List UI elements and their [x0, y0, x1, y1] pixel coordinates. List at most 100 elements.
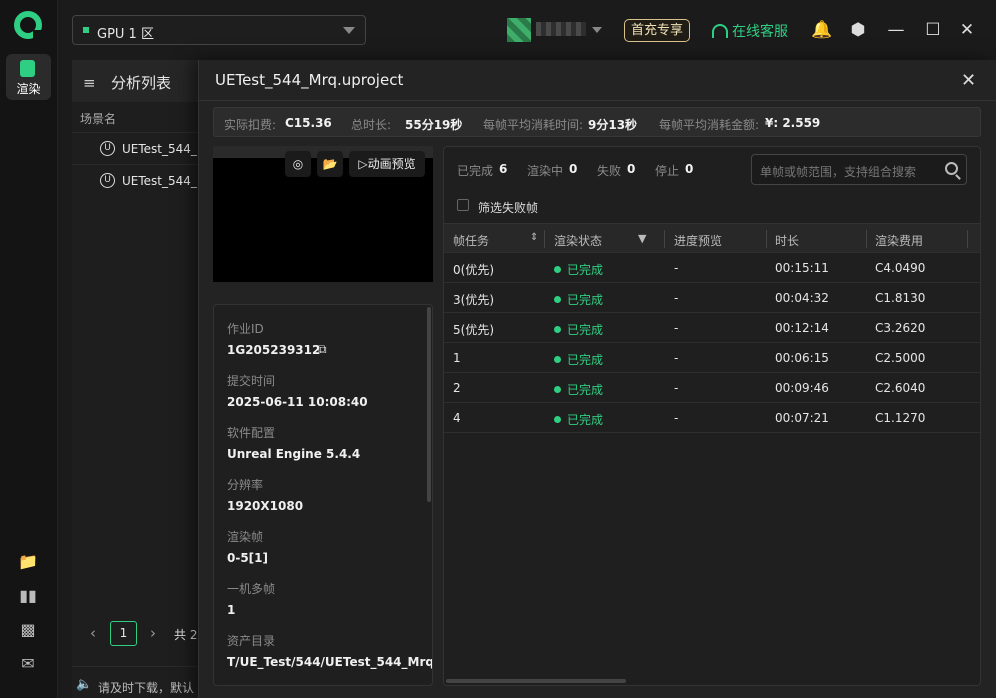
render-icon	[20, 60, 35, 77]
window-close-icon[interactable]: ✕	[956, 19, 978, 41]
col-duration: 时长	[775, 234, 800, 248]
duration-cell: 00:09:46	[775, 381, 829, 395]
duration-cell: 00:12:14	[775, 321, 829, 335]
search-icon[interactable]	[945, 162, 958, 175]
maximize-icon[interactable]: ☐	[922, 19, 944, 41]
col-preview: 进度预览	[674, 234, 723, 248]
status-dot	[554, 386, 561, 393]
filter-failed-label[interactable]: 筛选失败帧	[478, 199, 538, 216]
table-horizontal-scrollbar[interactable]	[446, 679, 626, 683]
status-text: 已完成	[567, 413, 604, 427]
locate-icon[interactable]: ◎	[285, 151, 311, 177]
close-icon[interactable]: ✕	[961, 70, 976, 91]
copy-icon[interactable]: ⧉	[318, 342, 327, 357]
status-text: 已完成	[567, 383, 604, 397]
avg-time-label: 每帧平均消耗时间:	[483, 118, 584, 132]
frame-cell: 4	[453, 411, 461, 425]
cost-cell: C2.6040	[875, 381, 926, 395]
status-dot	[554, 296, 561, 303]
col-frame[interactable]: 帧任务	[453, 232, 489, 249]
qrcode-icon[interactable]: ▩	[18, 621, 38, 639]
unreal-icon: U	[100, 173, 115, 188]
page-total: 共 2	[174, 628, 198, 642]
status-cell: 已完成	[554, 381, 603, 398]
job-info-panel: 作业ID 1G205239312 ⧉ 提交时间 2025-06-11 10:08…	[213, 304, 433, 686]
frame-task-panel: 已完成 6 渲染中 0 失败 0 停止 0 单帧或帧范围，支持组合搜索 筛选失败…	[443, 146, 981, 686]
next-page-icon[interactable]: ›	[150, 624, 156, 642]
speaker-icon: 🔈	[76, 677, 93, 692]
settings-icon[interactable]: ⬢	[847, 19, 869, 41]
bell-icon[interactable]: 🔔	[811, 19, 833, 41]
status-cell: 已完成	[554, 321, 603, 338]
status-cell: 已完成	[554, 291, 603, 308]
table-row[interactable]: 5(优先) 已完成 - 00:12:14 C3.2620	[444, 313, 980, 343]
render-frames-value: 0-5[1]	[227, 551, 268, 565]
job-id-value: 1G205239312	[227, 343, 321, 357]
status-dot	[554, 326, 561, 333]
column-divider	[664, 230, 665, 248]
gpu-zone-select[interactable]: GPU 1 区	[72, 15, 366, 45]
prev-page-icon[interactable]: ‹	[90, 624, 96, 642]
asset-dir-value: T/UE_Test/544/UETest_544_Mrq	[227, 655, 433, 669]
frame-table: 帧任务 ⇕ 渲染状态 ▼ 进度预览 时长 渲染费用 0(优先) 已完成 - 00…	[444, 223, 980, 433]
preview-cell: -	[674, 291, 679, 305]
cost-cell: C1.8130	[875, 291, 926, 305]
user-menu-chevron-icon[interactable]	[592, 27, 602, 33]
status-cell: 已完成	[554, 261, 603, 278]
cost-cell: C3.2620	[875, 321, 926, 335]
preview-cell: -	[674, 261, 679, 275]
frame-cell: 2	[453, 381, 461, 395]
scene-list-item[interactable]: U UETest_544_M	[72, 132, 207, 164]
table-row[interactable]: 1 已完成 - 00:06:15 C2.5000	[444, 343, 980, 373]
animation-preview-button[interactable]: ▷动画预览	[349, 151, 425, 177]
chat-icon[interactable]: ✉	[18, 655, 38, 673]
nav-render[interactable]: 渲染	[6, 54, 51, 100]
rendering-count: 0	[569, 162, 578, 176]
filter-failed-checkbox[interactable]	[457, 199, 469, 211]
status-cell: 已完成	[554, 351, 603, 368]
list-menu-icon[interactable]: ≡	[83, 74, 96, 92]
online-service-button[interactable]: 在线客服	[712, 21, 788, 41]
table-row[interactable]: 2 已完成 - 00:09:46 C2.6040	[444, 373, 980, 403]
frame-cell: 3(优先)	[453, 293, 494, 307]
asset-dir-label: 资产目录	[227, 634, 276, 648]
play-icon: ▷	[358, 157, 368, 171]
open-folder-icon[interactable]: 📂	[317, 151, 343, 177]
failed-label: 失败	[597, 164, 622, 178]
frame-cell: 5(优先)	[453, 323, 494, 337]
minimize-icon[interactable]: —	[885, 19, 907, 41]
status-text: 已完成	[567, 293, 604, 307]
filter-icon[interactable]: ▼	[638, 232, 646, 245]
failed-count: 0	[627, 162, 636, 176]
status-text: 已完成	[567, 353, 604, 367]
status-dot	[554, 356, 561, 363]
cost-label: 实际扣费:	[224, 118, 277, 132]
avatar[interactable]	[507, 18, 531, 42]
info-scrollbar[interactable]	[427, 307, 431, 502]
unreal-icon: U	[100, 141, 115, 156]
chart-icon[interactable]: ▮▮	[18, 587, 38, 605]
table-row[interactable]: 3(优先) 已完成 - 00:04:32 C1.8130	[444, 283, 980, 313]
table-row[interactable]: 0(优先) 已完成 - 00:15:11 C4.0490	[444, 253, 980, 283]
username-blurred[interactable]	[536, 22, 586, 36]
status-text: 已完成	[567, 263, 604, 277]
folder-icon[interactable]: 📁	[18, 553, 38, 571]
cost-cell: C2.5000	[875, 351, 926, 365]
job-id-label: 作业ID	[227, 322, 264, 336]
duration-cell: 00:04:32	[775, 291, 829, 305]
scene-list-item[interactable]: U UETest_544_M	[72, 164, 207, 196]
detail-title: UETest_544_Mrq.uproject	[215, 71, 404, 89]
preview-cell: -	[674, 381, 679, 395]
col-cost: 渲染费用	[875, 234, 924, 248]
table-row[interactable]: 4 已完成 - 00:07:21 C1.1270	[444, 403, 980, 433]
online-service-label: 在线客服	[732, 24, 788, 40]
sort-icon[interactable]: ⇕	[530, 232, 538, 243]
page-number-button[interactable]: 1	[110, 621, 137, 646]
column-divider	[544, 230, 545, 248]
column-divider	[967, 230, 968, 248]
scene-name: UETest_544_M	[122, 142, 208, 156]
preview-cell: -	[674, 351, 679, 365]
stopped-count: 0	[685, 162, 694, 176]
frame-search-input[interactable]: 单帧或帧范围，支持组合搜索	[751, 154, 967, 185]
vip-offer-button[interactable]: 首充专享	[624, 19, 690, 42]
